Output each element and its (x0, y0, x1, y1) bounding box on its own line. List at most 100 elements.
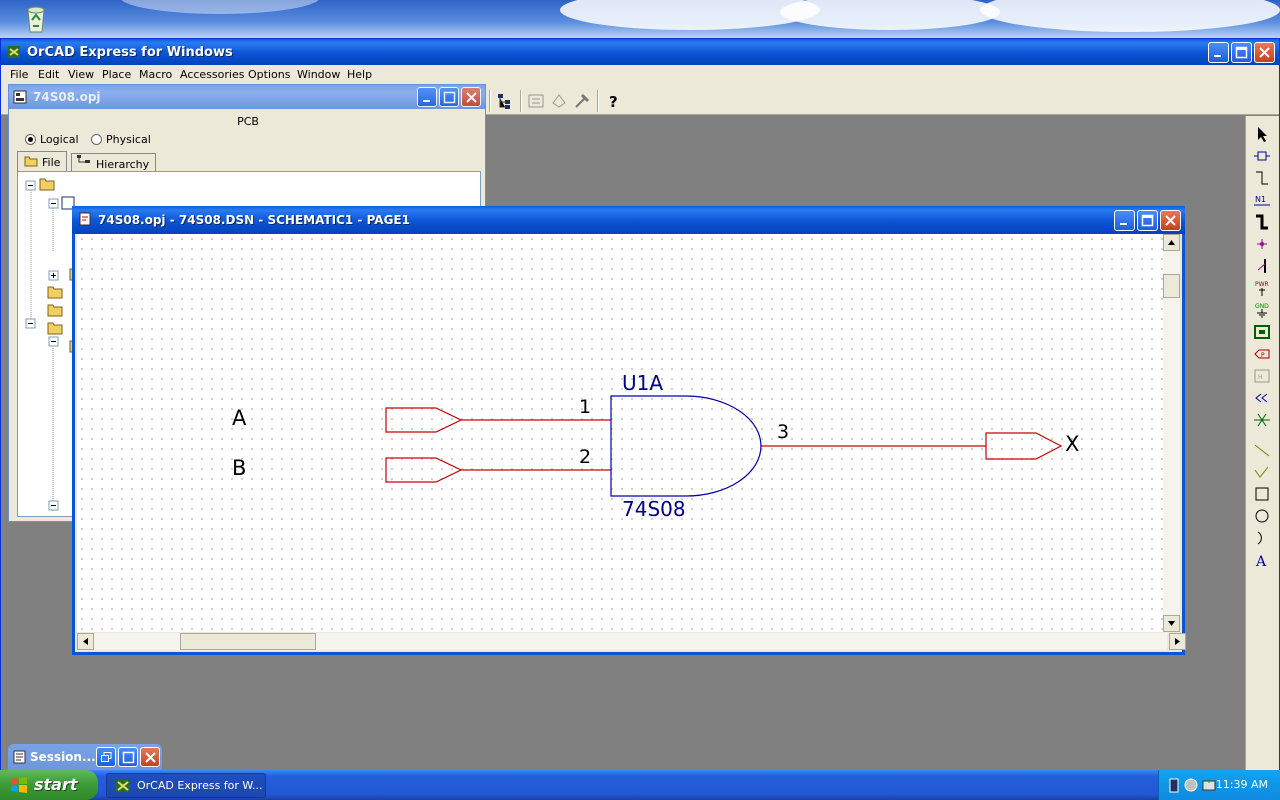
palette-place-bus-button[interactable] (1251, 212, 1273, 232)
and-gate-body[interactable] (610, 395, 762, 497)
minimize-button[interactable] (1208, 42, 1229, 63)
scroll-left-button[interactable] (77, 633, 94, 650)
project-close-button[interactable] (461, 87, 481, 107)
project-titlebar[interactable]: 74S08.opj (9, 85, 485, 109)
palette-place-hierarchical-block-button[interactable] (1251, 322, 1273, 342)
recycle-bin-icon[interactable] (22, 2, 50, 34)
palette-place-text-button[interactable]: A (1251, 550, 1273, 570)
palette-place-ellipse-button[interactable] (1251, 506, 1273, 526)
radio-dot (91, 134, 102, 145)
palette-place-part-button[interactable] (1251, 146, 1273, 166)
arc-icon (1257, 531, 1262, 545)
session-maximize-button[interactable] (118, 747, 138, 767)
maximize-button[interactable] (1231, 42, 1252, 63)
palette-select-button[interactable] (1251, 124, 1273, 144)
help-question-icon: ? (609, 93, 618, 111)
taskbar-app-button[interactable]: OrCAD Express for W... (106, 773, 266, 798)
schematic-canvas[interactable]: A B X 1 2 3 U1A 74S08 (77, 234, 1167, 632)
palette-place-wire-button[interactable] (1251, 168, 1273, 188)
vertical-scrollbar[interactable] (1163, 234, 1180, 632)
schematic-close-button[interactable] (1160, 210, 1181, 231)
scroll-down-button[interactable] (1163, 615, 1180, 632)
tree-folder-icon (39, 178, 55, 191)
palette-place-net-alias-button[interactable]: N1 (1251, 190, 1273, 210)
battery-icon[interactable] (1167, 777, 1181, 793)
schematic-window: 74S08.opj - 74S08.DSN - SCHEMATIC1 - PAG… (72, 206, 1186, 655)
palette-place-line-button[interactable] (1251, 440, 1273, 460)
help-button[interactable]: ? (604, 91, 624, 111)
palette-place-port-button[interactable]: P (1251, 344, 1273, 364)
hierarchy-button[interactable] (526, 91, 546, 111)
input-label-a[interactable]: A (232, 406, 246, 430)
horizontal-scroll-thumb[interactable] (180, 633, 316, 650)
safely-remove-hardware-icon[interactable] (1201, 777, 1217, 793)
scroll-right-button[interactable] (1169, 633, 1186, 650)
tree-expand-toggle[interactable] (48, 336, 59, 347)
palette-place-off-page-connector-button[interactable] (1251, 388, 1273, 408)
palette-place-junction-button[interactable] (1251, 234, 1273, 254)
tree-expand-toggle[interactable] (25, 180, 36, 191)
place-part-icon (1254, 151, 1270, 161)
close-button[interactable] (1254, 42, 1275, 63)
schematic-minimize-button[interactable] (1114, 210, 1135, 231)
menu-accessories[interactable]: Accessories (180, 68, 244, 81)
menu-macro[interactable]: Macro (139, 68, 172, 81)
menu-options[interactable]: Options (248, 68, 290, 81)
pin-2-number: 2 (579, 446, 592, 468)
project-icon (13, 90, 27, 104)
menu-edit[interactable]: Edit (38, 68, 59, 81)
horizontal-scrollbar[interactable] (77, 633, 1186, 650)
session-log-window[interactable]: Session... (8, 744, 162, 770)
start-button[interactable]: start (0, 770, 98, 800)
logical-radio[interactable]: Logical (25, 133, 79, 146)
bus-entry-icon (1257, 259, 1266, 273)
part-value[interactable]: 74S08 (622, 497, 686, 521)
menu-help[interactable]: Help (347, 68, 372, 81)
app-titlebar[interactable]: OrCAD Express for Windows (1, 39, 1279, 65)
input-label-b[interactable]: B (232, 456, 246, 480)
project-minimize-button[interactable] (417, 87, 437, 107)
menu-file[interactable]: File (10, 68, 28, 81)
session-title: Session... (30, 750, 96, 764)
scroll-up-button[interactable] (1163, 234, 1180, 251)
schematic-titlebar[interactable]: 74S08.opj - 74S08.DSN - SCHEMATIC1 - PAG… (72, 206, 1185, 234)
folder-icon (24, 156, 38, 167)
palette-place-power-button[interactable]: PWR (1251, 278, 1273, 298)
palette-place-rectangle-button[interactable] (1251, 484, 1273, 504)
tab-file[interactable]: File (17, 151, 68, 171)
part-reference[interactable]: U1A (622, 371, 663, 395)
output-label-x[interactable]: X (1065, 432, 1079, 456)
input-port-b[interactable] (385, 457, 463, 483)
cloud (120, 0, 320, 14)
palette-place-pin-button[interactable]: H (1251, 366, 1273, 386)
palette-place-arc-button[interactable] (1251, 528, 1273, 548)
palette-place-no-connect-button[interactable] (1251, 410, 1273, 430)
palette-place-bus-entry-button[interactable] (1251, 256, 1273, 276)
tree-expand-toggle[interactable] (48, 500, 59, 511)
clock[interactable]: 11:39 AM (1216, 778, 1268, 791)
tree-expand-toggle[interactable] (25, 318, 36, 329)
session-close-button[interactable] (140, 747, 160, 767)
menu-place[interactable]: Place (102, 68, 131, 81)
tree-expand-toggle[interactable] (48, 198, 59, 209)
project-maximize-button[interactable] (439, 87, 459, 107)
schematic-maximize-button[interactable] (1137, 210, 1158, 231)
network-icon[interactable] (1183, 777, 1199, 793)
hammer-icon (575, 93, 590, 108)
tree-expand-toggle[interactable] (48, 270, 59, 281)
menu-window[interactable]: Window (297, 68, 340, 81)
physical-radio[interactable]: Physical (91, 133, 151, 146)
input-port-a[interactable] (385, 407, 463, 433)
palette-place-ground-button[interactable]: GND (1251, 300, 1273, 320)
tree-folder-icon (47, 304, 63, 317)
session-restore-button[interactable] (96, 747, 116, 767)
tools-button[interactable] (572, 91, 592, 111)
output-port-x[interactable] (985, 432, 1063, 460)
tab-hierarchy[interactable]: Hierarchy (71, 153, 157, 173)
vertical-scroll-thumb[interactable] (1163, 274, 1180, 298)
minimize-icon (1214, 55, 1221, 57)
project-manager-button[interactable] (495, 91, 515, 111)
menu-view[interactable]: View (68, 68, 94, 81)
edit-part-button[interactable] (549, 91, 569, 111)
palette-place-polyline-button[interactable] (1251, 462, 1273, 482)
